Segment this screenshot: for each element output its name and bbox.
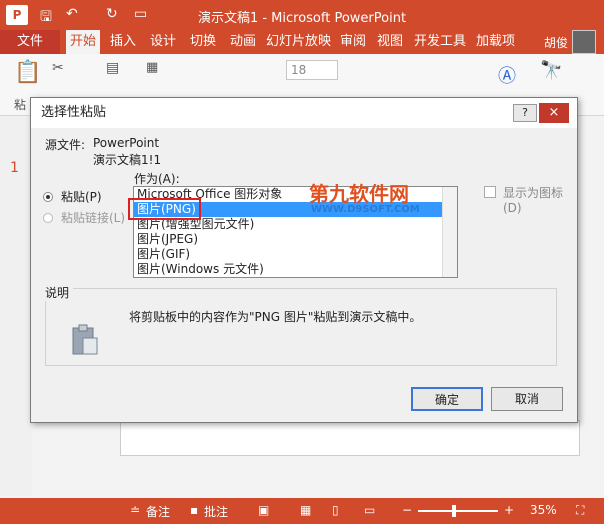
tab-insert[interactable]: 插入 [106,30,140,54]
watermark-url: WWW.D9SOFT.COM [311,204,420,215]
window-title: 演示文稿1 - Microsoft PowerPoint [197,11,407,26]
comments-icon[interactable]: ▪ [190,503,198,517]
tab-animations[interactable]: 动画 [226,30,260,54]
tab-home[interactable]: 开始 [66,30,101,54]
fit-slide-icon[interactable]: ⛶ [576,503,584,518]
new-slide-icon[interactable]: ▤ [106,60,119,76]
paste-link-radio-label[interactable]: 粘贴链接(L) [61,209,125,226]
avatar[interactable] [572,30,596,54]
comments-button[interactable]: 批注 [204,503,228,520]
cancel-button[interactable]: 取消 [491,387,563,411]
paste-link-radio[interactable] [43,213,53,223]
ok-button[interactable]: 确定 [411,387,483,411]
list-scrollbar[interactable] [442,187,457,277]
zoom-level[interactable]: 35% [530,503,557,517]
slide-sorter-icon[interactable]: ▦ [300,503,311,517]
font-size-select[interactable]: 18 [286,60,338,80]
watermark-text: 第九软件网 [309,182,409,206]
zoom-in-icon[interactable]: + [504,503,514,517]
tab-transitions[interactable]: 切换 [186,30,220,54]
source-doc: 演示文稿1!1 [93,153,162,167]
status-bar: ≐ 备注 ▪ 批注 ▣ ▦ ▯ ▭ − + 35% ⛶ [0,498,604,524]
selection-annotation-box [128,198,201,220]
clipboard-icon [72,324,98,355]
as-label: 作为(A): [134,172,180,186]
paste-special-dialog: 选择性粘贴 ? × 源文件: PowerPoint 演示文稿1!1 作为(A):… [30,97,578,423]
tab-file[interactable]: 文件 [0,30,60,54]
paste-icon[interactable]: 📋 [14,60,41,85]
normal-view-icon[interactable]: ▣ [258,503,269,517]
list-item[interactable]: 图片(GIF) [134,247,457,262]
show-as-icon-checkbox[interactable] [484,186,496,198]
cut-icon[interactable]: ✂ [52,60,64,76]
layout-icon[interactable]: ▦ [146,60,158,75]
reading-view-icon[interactable]: ▯ [332,503,339,517]
tab-review[interactable]: 审阅 [336,30,370,54]
zoom-slider-thumb[interactable] [452,505,456,517]
tab-view[interactable]: 视图 [373,30,407,54]
description-title: 说明 [41,284,74,301]
paste-radio-label[interactable]: 粘贴(P) [61,188,102,205]
tab-slideshow[interactable]: 幻灯片放映 [262,30,335,54]
list-item[interactable]: 图片(Windows 元文件) [134,262,457,277]
slide-number[interactable]: 1 [10,160,19,176]
paste-radio[interactable] [43,192,53,202]
source-label: 源文件: [45,138,86,152]
zoom-slider[interactable] [418,510,498,512]
tab-developer[interactable]: 开发工具 [410,30,470,54]
dialog-title: 选择性粘贴 [31,98,577,128]
zoom-out-icon[interactable]: − [402,503,412,517]
source-app: PowerPoint [93,136,160,150]
paste-label: 粘 [14,98,27,112]
list-item[interactable]: 图片(JPEG) [134,232,457,247]
description-text: 将剪贴板中的内容作为"PNG 图片"粘贴到演示文稿中。 [129,310,422,324]
show-as-icon-label[interactable]: 显示为图标(D) [503,184,577,215]
slide-canvas[interactable] [120,420,580,456]
ribbon-tabs: 文件 开始 插入 设计 切换 动画 幻灯片放映 审阅 视图 开发工具 加载项 胡… [0,30,604,54]
notes-button[interactable]: 备注 [146,503,170,520]
title-bar: P 🖫 ↶ ↻ ▭ 演示文稿1 - Microsoft PowerPoint [0,0,604,30]
notes-icon[interactable]: ≐ [130,503,140,517]
shapes-icon[interactable]: Ⓐ [498,62,516,88]
close-button[interactable]: × [539,103,569,123]
tab-design[interactable]: 设计 [146,30,180,54]
user-name[interactable]: 胡俊 [544,34,568,51]
help-button[interactable]: ? [513,104,537,122]
description-group [45,288,557,366]
tab-addins[interactable]: 加载项 [472,30,519,54]
slideshow-view-icon[interactable]: ▭ [364,503,375,517]
find-icon[interactable]: 🔭 [540,60,562,81]
